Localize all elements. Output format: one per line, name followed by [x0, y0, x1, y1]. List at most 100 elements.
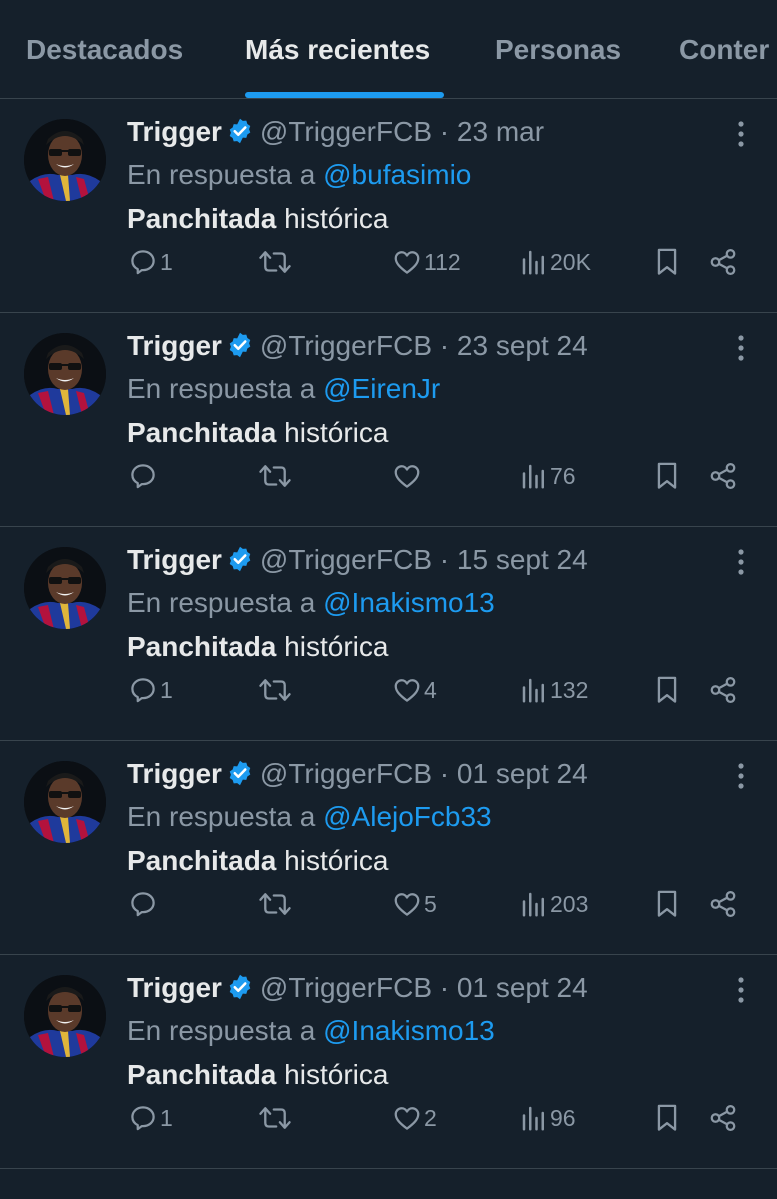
tweet-date[interactable]: 01 sept 24	[457, 972, 588, 1003]
tweet-date[interactable]: 15 sept 24	[457, 544, 588, 575]
tweet-text-bold: Panchitada	[127, 845, 277, 876]
tweet[interactable]: Trigger @TriggerFCB · 01 sept 24 En respu…	[0, 955, 777, 1169]
reply-button[interactable]: 1	[128, 1103, 173, 1133]
like-count: 112	[424, 248, 461, 275]
heart-icon	[394, 893, 420, 916]
tweet-text-rest: histórica	[276, 631, 389, 662]
reply-button[interactable]	[128, 889, 160, 919]
avatar[interactable]	[24, 547, 106, 629]
author-handle[interactable]: @TriggerFCB	[260, 972, 432, 1003]
verified-badge-icon	[226, 973, 254, 1009]
author-name[interactable]: Trigger	[127, 972, 222, 1003]
tweet-text: Panchitada histórica	[127, 417, 388, 449]
views-count: 96	[550, 1104, 576, 1131]
like-button[interactable]: 112	[392, 247, 461, 277]
retweet-button[interactable]	[258, 1103, 294, 1133]
author-handle[interactable]: @TriggerFCB	[260, 758, 432, 789]
reply-icon	[131, 250, 155, 275]
tweet-text-rest: histórica	[276, 1059, 389, 1090]
tweet[interactable]: Trigger @TriggerFCB · 01 sept 24 En respu…	[0, 741, 777, 955]
reply-count: 1	[160, 1104, 173, 1131]
author-handle[interactable]: @TriggerFCB	[260, 116, 432, 147]
more-icon[interactable]	[737, 121, 745, 152]
tweet[interactable]: Trigger @TriggerFCB · 15 sept 24 En respu…	[0, 527, 777, 741]
reply-mention-link[interactable]: @AlejoFcb33	[323, 801, 492, 832]
more-icon[interactable]	[737, 549, 745, 580]
share-button[interactable]	[708, 1103, 738, 1133]
share-icon	[710, 249, 736, 275]
views-button[interactable]: 20K	[520, 247, 591, 277]
retweet-button[interactable]	[258, 247, 294, 277]
bookmark-icon	[657, 462, 677, 489]
author-handle[interactable]: @TriggerFCB	[260, 330, 432, 361]
like-count: 4	[424, 676, 437, 703]
tweet-date[interactable]: 23 mar	[457, 116, 544, 147]
share-button[interactable]	[708, 675, 738, 705]
tab-mas-recientes[interactable]: Más recientes	[245, 34, 430, 66]
reply-button[interactable]: 1	[128, 675, 173, 705]
share-button[interactable]	[708, 461, 738, 491]
tweet-date[interactable]: 01 sept 24	[457, 758, 588, 789]
like-button[interactable]: 2	[392, 1103, 437, 1133]
retweet-icon	[259, 251, 291, 273]
like-button[interactable]	[392, 461, 424, 491]
heart-icon	[394, 465, 420, 488]
tweet-text: Panchitada histórica	[127, 1059, 388, 1091]
share-button[interactable]	[708, 889, 738, 919]
author-handle[interactable]: @TriggerFCB	[260, 544, 432, 575]
bookmark-button[interactable]	[654, 247, 680, 277]
more-icon[interactable]	[737, 335, 745, 366]
reply-icon	[131, 678, 155, 703]
avatar[interactable]	[24, 761, 106, 843]
author-name[interactable]: Trigger	[127, 758, 222, 789]
reply-mention-link[interactable]: @Inakismo13	[323, 587, 495, 618]
reply-context: En respuesta a @EirenJr	[127, 373, 440, 405]
bookmark-button[interactable]	[654, 675, 680, 705]
tweet-actions: 76	[0, 461, 777, 501]
bookmark-button[interactable]	[654, 889, 680, 919]
author-name[interactable]: Trigger	[127, 544, 222, 575]
avatar[interactable]	[24, 333, 106, 415]
retweet-button[interactable]	[258, 461, 294, 491]
views-button[interactable]: 76	[520, 461, 576, 491]
reply-mention-link[interactable]: @Inakismo13	[323, 1015, 495, 1046]
views-button[interactable]: 96	[520, 1103, 576, 1133]
avatar[interactable]	[24, 119, 106, 201]
tab-destacados[interactable]: Destacados	[26, 34, 183, 66]
bookmark-button[interactable]	[654, 461, 680, 491]
tweet[interactable]: Trigger @TriggerFCB · 23 mar En respuesta…	[0, 99, 777, 313]
separator-dot: ·	[439, 972, 450, 1003]
retweet-button[interactable]	[258, 675, 294, 705]
views-count: 20K	[550, 248, 591, 275]
tweet-text-bold: Panchitada	[127, 203, 277, 234]
more-icon[interactable]	[737, 977, 745, 1008]
tweet-date[interactable]: 23 sept 24	[457, 330, 588, 361]
verified-badge-icon	[226, 759, 254, 795]
share-button[interactable]	[708, 247, 738, 277]
separator-dot: ·	[439, 758, 450, 789]
like-button[interactable]: 4	[392, 675, 437, 705]
tweet-actions: 1 4 132	[0, 675, 777, 715]
reply-icon	[131, 464, 155, 489]
author-name[interactable]: Trigger	[127, 116, 222, 147]
reply-mention-link[interactable]: @EirenJr	[323, 373, 440, 404]
share-icon	[710, 463, 736, 489]
share-icon	[710, 1105, 736, 1131]
reply-mention-link[interactable]: @bufasimio	[323, 159, 471, 190]
verified-badge-icon	[226, 545, 254, 581]
avatar[interactable]	[24, 975, 106, 1057]
views-button[interactable]: 203	[520, 889, 588, 919]
retweet-button[interactable]	[258, 889, 294, 919]
tab-personas[interactable]: Personas	[495, 34, 621, 66]
tab-contenido[interactable]: Conter	[679, 34, 769, 66]
reply-button[interactable]: 1	[128, 247, 173, 277]
author-name[interactable]: Trigger	[127, 330, 222, 361]
tweet[interactable]: Trigger @TriggerFCB · 23 sept 24 En respu…	[0, 313, 777, 527]
bookmark-button[interactable]	[654, 1103, 680, 1133]
reply-button[interactable]	[128, 461, 160, 491]
more-icon[interactable]	[737, 763, 745, 794]
views-button[interactable]: 132	[520, 675, 588, 705]
heart-icon	[394, 1107, 420, 1130]
like-button[interactable]: 5	[392, 889, 437, 919]
like-count: 5	[424, 890, 437, 917]
